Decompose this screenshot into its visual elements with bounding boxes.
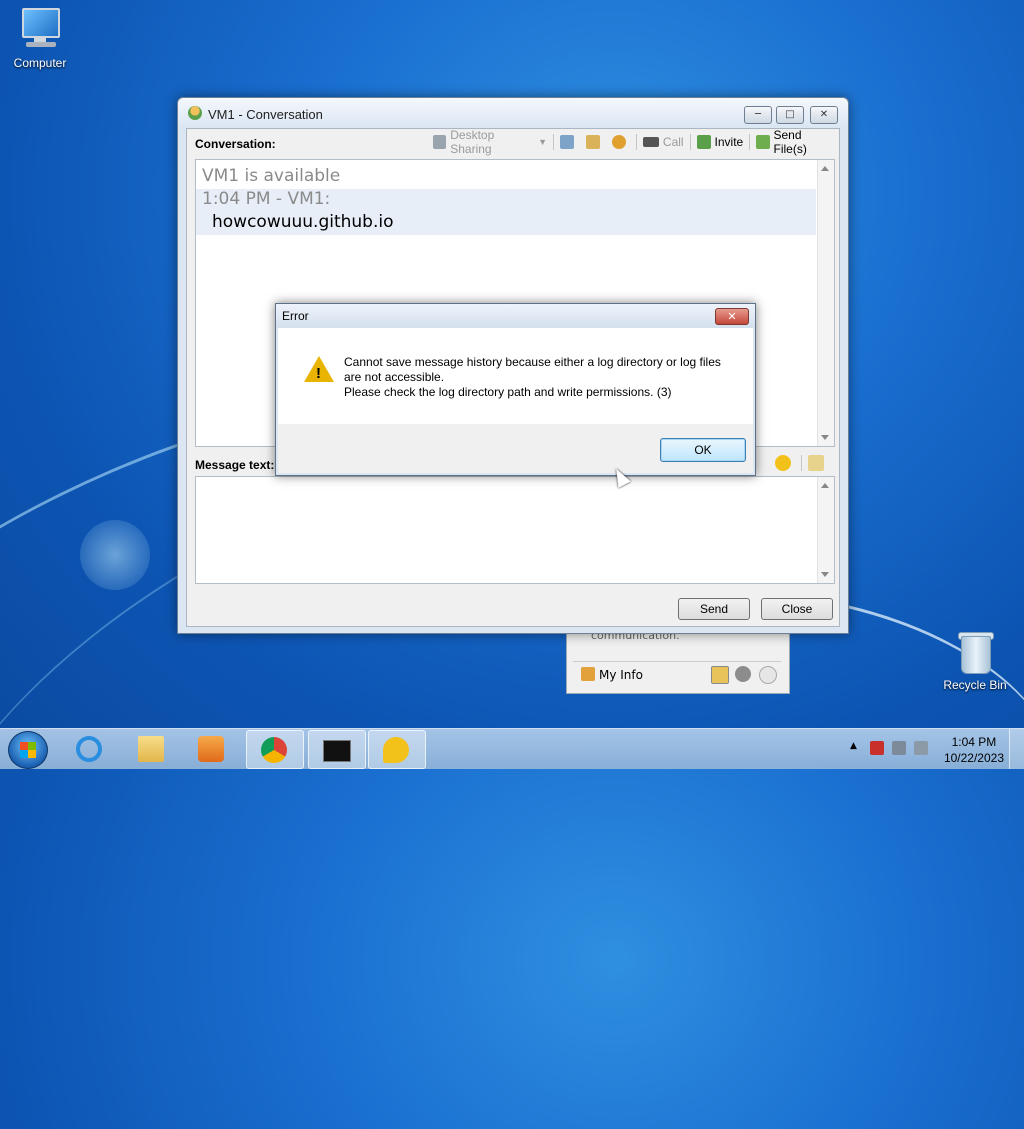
taskbar: ▲ 1:04 PM 10/22/2023 xyxy=(0,728,1024,769)
toolbar-separator xyxy=(801,455,802,471)
clock[interactable]: 1:04 PM 10/22/2023 xyxy=(944,734,1004,766)
contact-info-icon xyxy=(585,135,600,149)
system-tray: ▲ 1:04 PM 10/22/2023 xyxy=(834,729,1024,769)
my-info-bar: My Info xyxy=(573,661,781,686)
taskbar-messenger[interactable] xyxy=(368,730,426,769)
status-away-icon[interactable] xyxy=(735,666,751,682)
taskbar-explorer[interactable] xyxy=(124,730,180,767)
messenger-icon xyxy=(188,106,202,120)
desktop-icon-label: Computer xyxy=(13,56,67,70)
internet-explorer-icon xyxy=(76,736,102,762)
toolbar-separator xyxy=(635,134,637,150)
scroll-up-arrow[interactable] xyxy=(821,166,829,171)
send-files-icon xyxy=(756,135,770,149)
history-icon xyxy=(559,135,574,149)
message-body: howcowuuu.github.io xyxy=(212,212,394,232)
scroll-down-arrow[interactable] xyxy=(821,572,829,577)
taskbar-chrome[interactable] xyxy=(246,730,304,769)
format-text-icon[interactable] xyxy=(808,455,824,471)
message-header: 1:04 PM - VM1: xyxy=(202,189,331,209)
chat-bubble-icon xyxy=(383,737,409,763)
dialog-message-line: are not accessible. xyxy=(344,370,445,384)
desktop-sharing-button[interactable]: Desktop Sharing ▼ xyxy=(429,128,551,156)
message-scrollbar[interactable] xyxy=(817,477,834,583)
show-desktop-button[interactable] xyxy=(1009,729,1024,769)
dialog-close-button[interactable]: ✕ xyxy=(715,308,749,325)
emoticon-icon[interactable] xyxy=(775,455,791,471)
error-dialog: Error ✕ ! Cannot save message history be… xyxy=(275,303,756,476)
invite-icon xyxy=(696,135,711,149)
window-title: VM1 - Conversation xyxy=(208,107,323,122)
invite-button[interactable]: Invite xyxy=(693,131,748,153)
dialog-message-line: Please check the log directory path and … xyxy=(344,385,672,399)
dialog-body: ! Cannot save message history because ei… xyxy=(278,328,753,424)
toolbar-separator xyxy=(689,134,691,150)
message-tools xyxy=(775,453,828,473)
window-titlebar[interactable]: VM1 - Conversation ─ □ ✕ xyxy=(178,98,848,128)
message-text-label: Message text: xyxy=(195,458,275,472)
warning-icon-mark: ! xyxy=(316,365,321,382)
minimize-button[interactable]: ─ xyxy=(744,106,772,124)
command-prompt-icon xyxy=(323,740,351,762)
chevron-down-icon: ▼ xyxy=(538,137,548,147)
dialog-title: Error xyxy=(282,309,309,323)
clock-time: 1:04 PM xyxy=(951,735,997,749)
taskbar-media-player[interactable] xyxy=(184,730,240,767)
desktop-icon-computer[interactable]: Computer xyxy=(0,8,80,70)
send-button[interactable]: Send xyxy=(678,598,750,620)
send-files-button[interactable]: Send File(s) xyxy=(752,128,839,156)
contact-info-button[interactable] xyxy=(582,131,608,153)
message-input[interactable] xyxy=(195,476,835,584)
desktop-icon-label: Recycle Bin xyxy=(943,678,1007,692)
call-button[interactable]: Call xyxy=(639,131,688,153)
my-info-link[interactable]: My Info xyxy=(599,668,643,682)
status-offline-icon[interactable] xyxy=(759,666,777,684)
maximize-button[interactable]: □ xyxy=(776,106,804,124)
recycle-bin-icon xyxy=(958,630,994,674)
dialog-message: Cannot save message history because eith… xyxy=(344,355,734,400)
scroll-down-arrow[interactable] xyxy=(821,435,829,440)
scroll-up-arrow[interactable] xyxy=(821,483,829,488)
close-button[interactable]: Close xyxy=(761,598,833,620)
toolbar-separator xyxy=(553,134,554,150)
show-hidden-icons-arrow[interactable]: ▲ xyxy=(850,741,857,751)
ok-button[interactable]: OK xyxy=(660,438,746,462)
send-files-label: Send File(s) xyxy=(773,128,807,156)
wallpaper-glow xyxy=(80,520,150,590)
status-message: VM1 is available xyxy=(202,166,341,186)
clock-date: 10/22/2023 xyxy=(943,751,1004,765)
close-window-button[interactable]: ✕ xyxy=(810,106,838,124)
network-icon[interactable] xyxy=(892,741,906,755)
media-player-icon xyxy=(198,736,224,762)
windows-logo-icon-lower xyxy=(20,750,36,758)
gear-icon xyxy=(611,135,626,149)
start-button[interactable] xyxy=(8,731,48,769)
toolbar-separator xyxy=(749,134,751,150)
invite-label: Invite xyxy=(714,135,744,149)
status-available-icon[interactable] xyxy=(711,666,729,684)
conversation-toolbar: Desktop Sharing ▼ Call Invite Send File(… xyxy=(429,128,839,156)
dialog-titlebar[interactable]: Error ✕ xyxy=(276,304,755,328)
conversation-label: Conversation: xyxy=(195,137,276,151)
action-center-flag-icon[interactable] xyxy=(870,741,884,755)
volume-muted-icon[interactable] xyxy=(914,741,928,755)
taskbar-ie[interactable] xyxy=(62,730,118,767)
conversation-scrollbar[interactable] xyxy=(817,160,834,446)
desktop-sharing-label: Desktop Sharing xyxy=(450,128,495,156)
computer-icon xyxy=(20,8,60,52)
settings-button[interactable] xyxy=(608,131,634,153)
camera-icon xyxy=(642,137,659,147)
call-label: Call xyxy=(662,135,684,149)
dialog-message-line: Cannot save message history because eith… xyxy=(344,355,721,369)
history-button[interactable] xyxy=(556,131,582,153)
desktop-icon-recycle-bin[interactable]: Recycle Bin xyxy=(935,630,1015,692)
user-icon xyxy=(581,667,595,681)
taskbar-cmd[interactable] xyxy=(308,730,366,769)
folder-icon xyxy=(138,736,164,762)
chrome-icon xyxy=(261,737,287,763)
desktop-sharing-icon xyxy=(433,135,447,149)
